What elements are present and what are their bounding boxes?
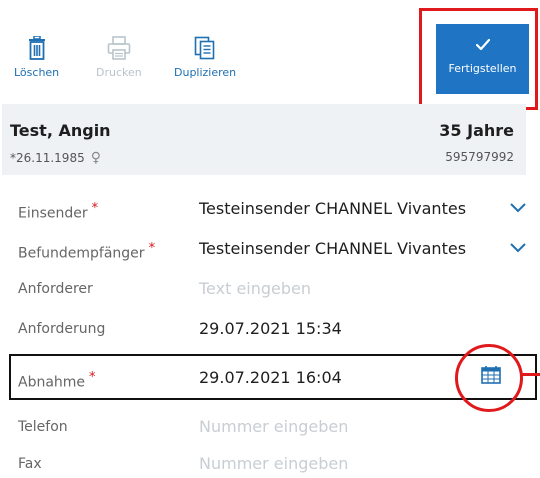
field-label: Fax — [18, 456, 42, 472]
anforderer-input[interactable]: Text eingeben — [199, 279, 311, 298]
annotation-circle — [455, 344, 523, 412]
delete-label: Löschen — [14, 66, 60, 79]
befundempfaenger-value[interactable]: Testeinsender CHANNEL Vivantes — [199, 239, 466, 258]
field-label: Anforderer — [18, 281, 93, 297]
abnahme-value[interactable]: 29.07.2021 16:04 — [199, 368, 342, 387]
field-label: Befundempfänger * — [18, 241, 156, 262]
einsender-value[interactable]: Testeinsender CHANNEL Vivantes — [199, 199, 466, 218]
printer-icon — [107, 36, 131, 60]
field-fax[interactable]: Fax Nummer eingeben — [0, 446, 540, 478]
field-label: Anforderung — [18, 321, 106, 337]
field-befundempfaenger[interactable]: Befundempfänger * Testeinsender CHANNEL V… — [0, 231, 540, 269]
patient-name: Test, Angin — [10, 121, 111, 140]
chevron-down-icon[interactable] — [510, 243, 526, 253]
field-label: Telefon — [18, 419, 68, 435]
patient-dob: *26.11.1985 — [10, 151, 85, 165]
required-marker: * — [148, 241, 156, 256]
duplicate-label: Duplizieren — [174, 66, 237, 79]
field-label: Einsender * — [18, 201, 99, 222]
anforderung-value[interactable]: 29.07.2021 15:34 — [199, 319, 342, 338]
required-marker: * — [91, 201, 99, 216]
field-anforderer[interactable]: Anforderer Text eingeben — [0, 271, 540, 309]
print-label: Drucken — [96, 66, 142, 79]
field-einsender[interactable]: Einsender * Testeinsender CHANNEL Vivante… — [0, 191, 540, 229]
patient-age: 35 Jahre — [439, 121, 514, 140]
delete-button[interactable]: Löschen — [14, 36, 59, 79]
patient-dob-line: *26.11.1985 ♀ — [10, 150, 101, 166]
field-anforderung[interactable]: Anforderung 29.07.2021 15:34 — [0, 311, 540, 349]
required-marker: * — [89, 370, 96, 385]
patient-id: 595797992 — [445, 150, 514, 164]
annotation-pointer — [520, 373, 540, 376]
annotation-highlight-box — [419, 8, 538, 110]
chevron-down-icon[interactable] — [510, 203, 526, 213]
female-icon: ♀ — [90, 150, 101, 166]
duplicate-icon — [194, 36, 215, 60]
patient-header: Test, Angin 35 Jahre *26.11.1985 ♀ 595797… — [2, 104, 526, 175]
fax-input[interactable]: Nummer eingeben — [199, 454, 348, 473]
telefon-input[interactable]: Nummer eingeben — [199, 417, 348, 436]
duplicate-button[interactable]: Duplizieren — [174, 36, 236, 79]
print-button[interactable]: Drucken — [96, 36, 142, 79]
field-telefon[interactable]: Telefon Nummer eingeben — [0, 409, 540, 447]
field-label: Abnahme * — [18, 370, 96, 391]
trash-icon — [28, 36, 45, 60]
